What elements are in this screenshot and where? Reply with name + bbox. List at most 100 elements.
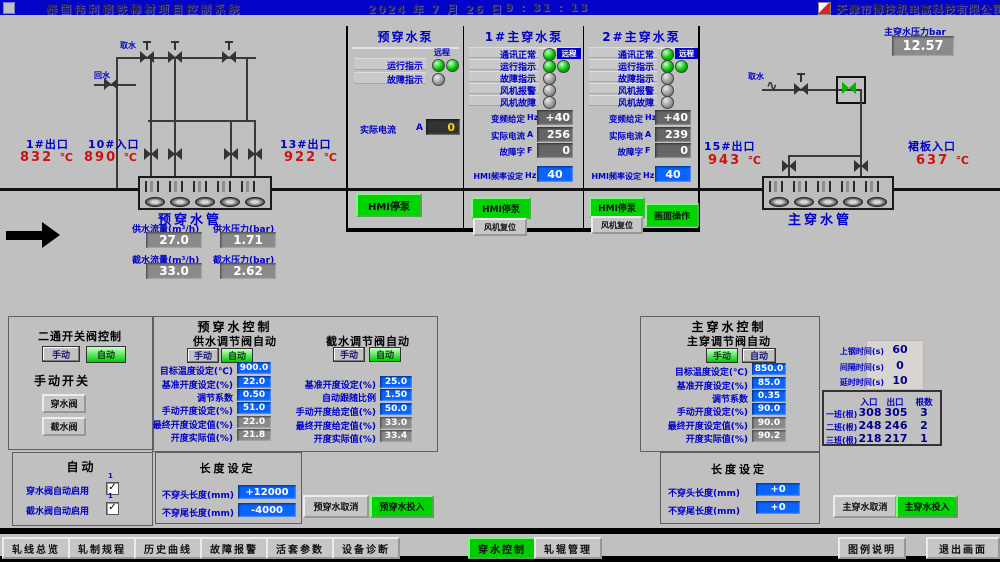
auto-item-label: 穿水阀自动启用 [26, 484, 89, 497]
pre-water-cancel-button[interactable]: 预穿水取消 [303, 495, 369, 518]
pre-coef-field[interactable]: 0.50 [237, 389, 271, 401]
cut-follow-ratio-field[interactable]: 1.50 [380, 389, 412, 401]
nav-looper-params[interactable]: 活套参数 [266, 537, 334, 559]
pre-manual-button[interactable]: 手动 [187, 348, 219, 363]
status-row-label: 运行指示 [469, 59, 539, 70]
row-header: 二班(根) [826, 422, 860, 433]
main-manual-open-field[interactable]: 90.0 [752, 403, 786, 415]
nav-legend[interactable]: 图例说明 [838, 537, 906, 559]
main-coef-field[interactable]: 0.35 [752, 390, 786, 402]
no-pierce-tail-field[interactable]: +0 [756, 501, 800, 514]
row-label: 不穿尾长度(mm) [162, 506, 234, 519]
fan-reset-button[interactable]: 风机复位 [473, 218, 527, 236]
no-pierce-tail-field[interactable]: -4000 [238, 503, 296, 517]
row-label: 开度实际值(%) [138, 431, 233, 444]
temp-point-value: 890 ℃ [84, 150, 139, 165]
pipe [246, 57, 248, 122]
auto-box-title: 自动 [12, 458, 151, 475]
freq-setpoint-field[interactable]: 40 [655, 166, 691, 182]
analog-label: 实际电流 [467, 130, 525, 142]
screen-operate-button[interactable]: 画面操作 [645, 203, 699, 227]
nav-water-control[interactable]: 穿水控制 [468, 537, 536, 559]
nav-rolling-schedule[interactable]: 轧制规程 [68, 537, 136, 559]
analog-unit: A [416, 123, 423, 133]
nav-line-overview[interactable]: 轧线总览 [2, 537, 70, 559]
hmi-stop-pump-button[interactable]: HMI停泵 [589, 197, 645, 218]
pipe-bars [145, 181, 265, 192]
auto-item-label: 截水阀自动启用 [26, 504, 89, 517]
cut-auto-button[interactable]: 自动 [369, 347, 401, 362]
pipe [116, 57, 118, 188]
manual-switch-title: 手动开关 [34, 372, 90, 389]
nozzle-icon [843, 197, 863, 207]
supply-pressure-value: 1.71 [220, 232, 276, 248]
hmi-stop-pump-button[interactable]: HMI停泵 [471, 197, 531, 219]
timing-value: 60 [884, 343, 916, 356]
two-way-manual-button[interactable]: 手动 [42, 346, 80, 362]
timing-value: 10 [884, 374, 916, 387]
pipe [788, 155, 862, 157]
row-label: 调节系数 [138, 391, 233, 404]
pre-target-temp-field[interactable]: 900.0 [237, 362, 271, 374]
row-label: 最终开度给定值(%) [286, 419, 376, 432]
timing-label: 间隔时间(s) [820, 362, 884, 373]
nozzle-row [145, 197, 265, 206]
main-manual-button[interactable]: 手动 [706, 348, 738, 363]
temp-point-value: 832 ℃ [20, 150, 75, 165]
pump-panel-main2: 2#主穿水泵 通讯正常 远程 运行指示 故障指示 风机报警 风机故障 变频给定 … [585, 26, 698, 230]
divider [583, 26, 584, 231]
valve-icon [248, 148, 262, 160]
no-pierce-head-field[interactable]: +0 [756, 483, 800, 496]
nav-exit-screen[interactable]: 退出画面 [926, 537, 1000, 559]
temp-point-value: 637 ℃ [916, 153, 971, 168]
cut-manual-open-field[interactable]: 50.0 [380, 403, 412, 415]
nav-roll-management[interactable]: 轧辊管理 [534, 537, 602, 559]
pre-base-open-field[interactable]: 22.0 [237, 376, 271, 388]
main-water-cancel-button[interactable]: 主穿水取消 [833, 495, 897, 518]
main-auto-button[interactable]: 自动 [742, 348, 776, 363]
row-label: 手动开度设定(%) [648, 405, 748, 418]
main-target-temp-field[interactable]: 850.0 [752, 363, 786, 375]
pre-water-engage-button[interactable]: 预穿水投入 [370, 495, 434, 518]
row-label: 手动开度设定(%) [138, 404, 233, 417]
hmi-stop-pump-button[interactable]: HMI停泵 [356, 193, 422, 217]
pipe-bars [769, 181, 887, 192]
count-in: 308 [856, 406, 884, 419]
timing-label: 延时时间(s) [820, 377, 884, 388]
row-label: 基准开度设定(%) [286, 378, 376, 391]
cutoff-auto-checkbox[interactable]: ✓ [106, 502, 119, 515]
cutoff-valve-button[interactable]: 截水阀 [42, 417, 86, 436]
setpoint-unit: Hz [643, 171, 654, 180]
pipe [174, 57, 176, 122]
row-label: 基准开度设定(%) [138, 378, 233, 391]
row-label: 基准开度设定(%) [648, 379, 748, 392]
valve-icon [782, 160, 796, 172]
row-label: 开度实际值(%) [648, 432, 748, 445]
two-way-auto-button[interactable]: 自动 [86, 346, 126, 363]
count-diff: 1 [912, 432, 936, 445]
pierce-valve-button[interactable]: 穿水阀 [42, 394, 86, 413]
row-label: 目标温度设定(℃) [648, 365, 748, 378]
no-pierce-head-field[interactable]: +12000 [238, 485, 296, 499]
row-label: 最终开度设定值(%) [138, 418, 233, 431]
row-label: 手动开度给定值(%) [286, 405, 376, 418]
remote-tag: 远程 [557, 48, 581, 59]
nozzle-icon [818, 197, 838, 207]
status-light [661, 96, 674, 109]
main-water-engage-button[interactable]: 主穿水投入 [896, 495, 958, 518]
cutoff-flow-value: 33.0 [146, 263, 202, 279]
pre-auto-button[interactable]: 自动 [221, 348, 253, 363]
nozzle-icon [145, 197, 165, 207]
cut-manual-button[interactable]: 手动 [333, 347, 365, 362]
pre-manual-open-field[interactable]: 51.0 [237, 402, 271, 414]
freq-setpoint-field[interactable]: 40 [537, 166, 573, 182]
valve-icon [854, 160, 868, 172]
valve-icon [794, 83, 808, 95]
fan-reset-button[interactable]: 风机复位 [591, 216, 643, 234]
nav-fault-alarm[interactable]: 故障报警 [200, 537, 268, 559]
main-base-open-field[interactable]: 85.0 [752, 377, 786, 389]
nav-history-curve[interactable]: 历史曲线 [134, 537, 202, 559]
length-pre-title: 长度设定 [155, 460, 300, 476]
cut-base-open-field[interactable]: 25.0 [380, 376, 412, 388]
nav-equipment-diag[interactable]: 设备诊断 [332, 537, 400, 559]
